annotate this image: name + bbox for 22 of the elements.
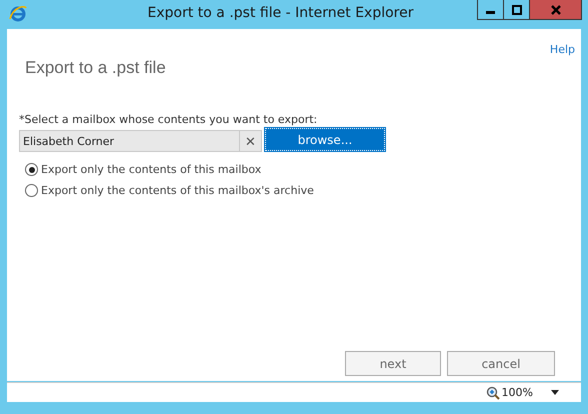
clear-button[interactable]: ✕: [239, 131, 261, 151]
page-heading: Export to a .pst file: [25, 58, 167, 78]
radio-button[interactable]: [25, 163, 38, 176]
radio-option[interactable]: Export only the contents of this mailbox's archive: [25, 184, 581, 197]
zoom-level[interactable]: 100%: [502, 386, 533, 399]
zoom-icon[interactable]: [486, 386, 500, 400]
maximize-icon: [512, 4, 522, 14]
mailbox-label: *Select a mailbox whose contents you want to export:: [19, 113, 318, 126]
minimize-icon: [486, 11, 495, 14]
help-link[interactable]: Help: [550, 43, 575, 56]
radio-button[interactable]: [25, 184, 38, 197]
window-title: Export to a .pst file - Internet Explorer: [146, 5, 414, 21]
radio-option[interactable]: Export only the contents of this mailbox: [25, 163, 581, 176]
dialog-button[interactable]: cancel: [447, 351, 555, 376]
close-button[interactable]: [529, 0, 582, 20]
browse-button[interactable]: browse...: [265, 128, 385, 151]
caret-icon[interactable]: [551, 390, 559, 395]
browser-logo-icon: [9, 5, 27, 23]
mailbox-field[interactable]: Elisabeth Corner ✕: [19, 130, 262, 152]
close-icon: [550, 4, 562, 14]
dialog-button[interactable]: next: [345, 351, 441, 376]
minimize-button[interactable]: [477, 0, 504, 20]
